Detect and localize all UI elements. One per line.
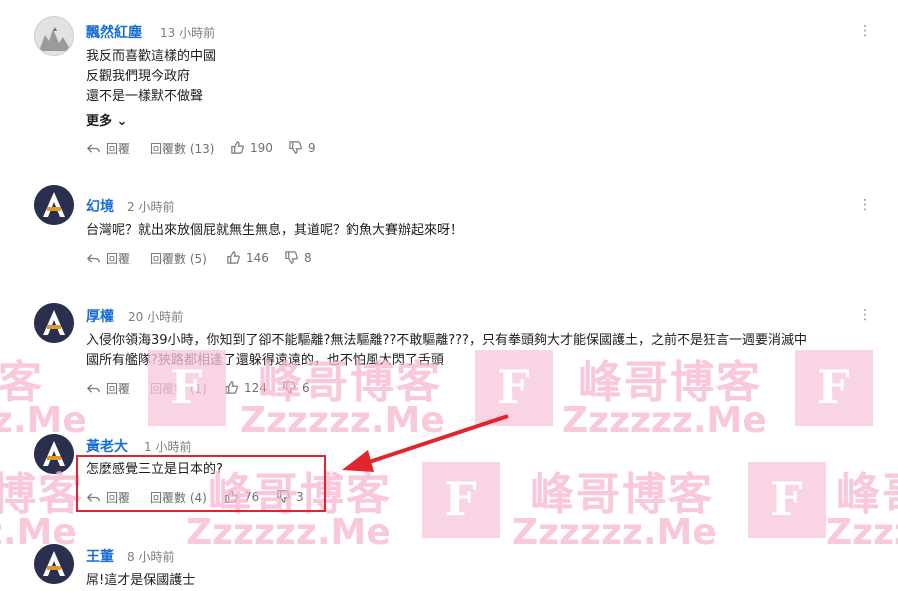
like-button[interactable]: 146 xyxy=(226,250,269,265)
like-button[interactable]: 124 xyxy=(224,380,267,395)
avatar[interactable] xyxy=(34,16,74,56)
username[interactable]: 幻境 xyxy=(86,196,114,216)
more-button[interactable]: 更多 ⌄ xyxy=(86,110,127,129)
more-options-icon[interactable]: ⋮ xyxy=(858,24,872,38)
like-count: 146 xyxy=(246,250,269,265)
username[interactable]: 飄然紅塵 xyxy=(86,22,142,42)
comment-line: 還不是一樣默不做聲 xyxy=(86,89,204,104)
watermark-url: Zzzzzz.Me xyxy=(826,512,898,553)
avatar[interactable] xyxy=(34,544,74,584)
dislike-button[interactable]: 6 xyxy=(282,380,310,395)
comment-line: 入侵你領海39小時，你知到了卻不能驅離?無法驅離??不敢驅離???，只有拳頭夠大… xyxy=(86,333,807,348)
chevron-down-icon: ⌄ xyxy=(116,114,128,129)
reply-button[interactable]: 回覆 xyxy=(86,140,130,157)
watermark-text: 峰哥博客 xyxy=(530,469,714,520)
more-options-icon[interactable]: ⋮ xyxy=(858,198,872,212)
reply-label: 回覆 xyxy=(106,382,131,396)
timestamp: 20 小時前 xyxy=(128,310,184,324)
thumbs-down-icon xyxy=(283,381,296,394)
reply-icon xyxy=(86,144,100,153)
avatar[interactable] xyxy=(34,185,74,225)
watermark-letter: F xyxy=(770,472,803,526)
reply-button[interactable]: 回覆 xyxy=(86,380,130,397)
watermark-text: 峰哥博客 xyxy=(836,469,898,520)
like-count: 124 xyxy=(244,380,267,395)
watermark-letter: F xyxy=(817,360,850,414)
like-count: 190 xyxy=(250,140,273,155)
reply-count-button[interactable]: 回覆數 (1) xyxy=(150,380,207,397)
timestamp: 8 小時前 xyxy=(127,550,175,564)
reply-count-button[interactable]: 回覆數 (13) xyxy=(150,140,214,157)
letter-a-avatar-icon xyxy=(34,434,74,474)
annotation-arrow-icon xyxy=(342,414,509,472)
dislike-button[interactable]: 8 xyxy=(284,250,312,265)
timestamp: 2 小時前 xyxy=(127,200,175,214)
comment-text: 我反而喜歡這樣的中國 反觀我們現今政府 還不是一樣默不做聲 xyxy=(86,47,216,107)
username[interactable]: 黃老大 xyxy=(86,436,128,456)
letter-a-avatar-icon xyxy=(34,544,74,584)
comment-text: 台灣呢？就出來放個屁就無生無息，其道呢？釣魚大賽辦起來呀！ xyxy=(86,221,463,241)
reply-button[interactable]: 回覆 xyxy=(86,250,130,267)
like-button[interactable]: 190 xyxy=(230,140,273,155)
thumbs-down-icon xyxy=(285,251,298,264)
user-photo-icon xyxy=(35,17,73,55)
username[interactable]: 王董 xyxy=(86,546,114,566)
watermark-text: 峰哥博客 xyxy=(0,357,44,408)
letter-a-avatar-icon xyxy=(34,185,74,225)
avatar[interactable] xyxy=(34,303,74,343)
username[interactable]: 厚權 xyxy=(86,306,114,326)
highlight-box xyxy=(76,455,326,512)
letter-a-avatar-icon xyxy=(34,303,74,343)
reply-label: 回覆 xyxy=(106,142,131,156)
watermark-url: Zzzzzz.Me xyxy=(186,512,391,553)
comment-text: 入侵你領海39小時，你知到了卻不能驅離?無法驅離??不敢驅離???，只有拳頭夠大… xyxy=(86,331,807,371)
comment-line: 反觀我們現今政府 xyxy=(86,69,191,84)
comment-line: 國所有艦隊?狹路都相逢了還躲得遠遠的，也不怕風大閃了舌頭 xyxy=(86,353,444,368)
dislike-count: 9 xyxy=(308,140,316,155)
avatar[interactable] xyxy=(34,434,74,474)
reply-count: 回覆數 (13) xyxy=(150,142,215,156)
more-label: 更多 xyxy=(86,114,113,129)
dislike-count: 6 xyxy=(302,380,310,395)
comment-line: 台灣呢？就出來放個屁就無生無息，其道呢？釣魚大賽辦起來呀！ xyxy=(86,223,464,238)
watermark-url: Zzzzzz.Me xyxy=(0,400,87,441)
watermark-letter: F xyxy=(444,472,477,526)
thumbs-up-icon xyxy=(231,141,244,154)
comment-line: 我反而喜歡這樣的中國 xyxy=(86,49,217,64)
comment-line: 屌!這才是保國護士 xyxy=(86,573,196,588)
timestamp: 13 小時前 xyxy=(160,26,216,40)
thumbs-down-icon xyxy=(289,141,302,154)
reply-label: 回覆 xyxy=(106,252,131,266)
watermark-url: Zzzzzz.Me xyxy=(512,512,717,553)
comment-text: 屌!這才是保國護士 xyxy=(86,571,195,591)
timestamp: 1 小時前 xyxy=(144,440,192,454)
dislike-count: 8 xyxy=(304,250,312,265)
thumbs-up-icon xyxy=(227,251,240,264)
reply-count: 回覆數 (1) xyxy=(150,382,207,396)
reply-icon xyxy=(86,254,100,263)
watermark-url: Zzzzzz.Me xyxy=(562,400,767,441)
thumbs-up-icon xyxy=(225,381,238,394)
reply-icon xyxy=(86,384,100,393)
more-options-icon[interactable]: ⋮ xyxy=(858,308,872,322)
reply-count: 回覆數 (5) xyxy=(150,252,207,266)
watermark-box xyxy=(748,462,826,538)
dislike-button[interactable]: 9 xyxy=(288,140,316,155)
reply-count-button[interactable]: 回覆數 (5) xyxy=(150,250,207,267)
